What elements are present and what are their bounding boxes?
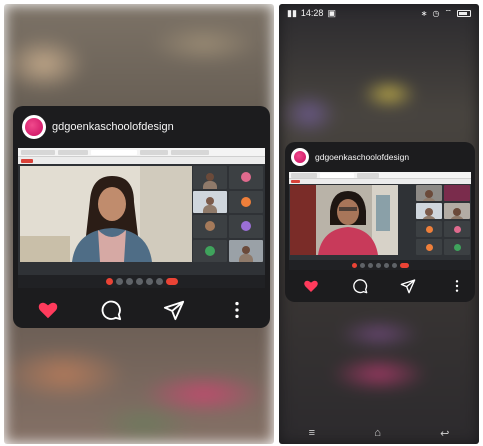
- recording-badge: [21, 159, 33, 163]
- captions-icon: [125, 278, 133, 285]
- comment-icon[interactable]: [100, 299, 122, 321]
- mic-off-icon: [351, 262, 357, 268]
- end-call-icon: [399, 262, 409, 268]
- status-time: 14:28: [300, 8, 324, 18]
- back-icon[interactable]: ↩: [440, 427, 449, 440]
- browser-tab: [58, 149, 88, 155]
- raise-hand-icon: [375, 262, 381, 268]
- present-icon: [145, 278, 153, 285]
- end-call-icon: [165, 278, 178, 285]
- participant-grid: [416, 185, 470, 255]
- heart-icon[interactable]: [37, 299, 59, 321]
- gallery-notification-icon: ▣: [327, 7, 336, 18]
- wifi-icon: ⌔: [444, 8, 452, 17]
- more-options-icon: [391, 262, 397, 268]
- active-speaker-video: [290, 185, 398, 255]
- send-icon[interactable]: [163, 299, 185, 321]
- participant-tile: [193, 190, 227, 213]
- participant-tile: [444, 185, 470, 201]
- status-bar: ▮▮ 14:28 ▣ ∗ ◷ ⌔: [279, 4, 479, 22]
- meeting-controls: [289, 260, 471, 270]
- instagram-post-card[interactable]: gdgoenkaschoolofdesign: [13, 106, 270, 328]
- participant-tile: [229, 190, 263, 213]
- heart-icon[interactable]: [303, 278, 319, 294]
- browser-address-bar: [320, 172, 354, 178]
- browser-tab-strip: [18, 148, 265, 157]
- speaker-figure: [290, 185, 398, 255]
- more-icon[interactable]: [226, 299, 248, 321]
- more-options-icon: [155, 278, 163, 285]
- participant-tile: [193, 215, 227, 238]
- participant-grid: [193, 166, 263, 262]
- menu-icon[interactable]: ≡: [309, 427, 315, 439]
- participant-tile: [416, 221, 442, 237]
- meeting-controls: [18, 275, 265, 288]
- participant-tile: [444, 239, 470, 255]
- account-name[interactable]: gdgoenkaschoolofdesign: [315, 152, 409, 162]
- camera-icon: [359, 262, 365, 268]
- avatar[interactable]: [291, 148, 309, 166]
- recording-badge: [291, 180, 300, 183]
- camera-icon: [115, 278, 123, 285]
- present-icon: [383, 262, 389, 268]
- post-action-bar: [285, 272, 475, 300]
- participant-tile: [229, 239, 263, 262]
- more-icon[interactable]: [449, 278, 465, 294]
- avatar[interactable]: [22, 115, 46, 139]
- battery-icon: [457, 9, 471, 17]
- signal-icon: ▮▮: [287, 7, 297, 18]
- left-phone-screen: gdgoenkaschoolofdesign: [4, 4, 274, 444]
- browser-tab: [357, 172, 379, 178]
- participant-tile: [416, 185, 442, 201]
- captions-icon: [367, 262, 373, 268]
- post-header: gdgoenkaschoolofdesign: [13, 106, 270, 148]
- participant-tile: [193, 166, 227, 189]
- right-phone-screen: ▮▮ 14:28 ▣ ∗ ◷ ⌔ gdgoenkaschoolofdesign: [279, 4, 479, 444]
- participant-tile: [229, 215, 263, 238]
- post-media-video-call[interactable]: [289, 172, 471, 270]
- browser-tab: [291, 172, 317, 178]
- send-icon[interactable]: [400, 278, 416, 294]
- participant-tile: [193, 239, 227, 262]
- comment-icon[interactable]: [352, 278, 368, 294]
- active-speaker-video: [20, 166, 192, 262]
- participant-tile: [444, 221, 470, 237]
- bluetooth-icon: ∗: [420, 8, 428, 18]
- speaker-figure: [20, 166, 192, 262]
- navigation-bar: ≡ ⌂ ↩: [279, 422, 479, 444]
- participant-tile: [416, 239, 442, 255]
- participant-tile: [416, 203, 442, 219]
- home-icon[interactable]: ⌂: [374, 427, 381, 439]
- browser-tab-strip: [289, 172, 471, 179]
- mic-off-icon: [105, 278, 113, 285]
- post-header: gdgoenkaschoolofdesign: [285, 142, 475, 172]
- instagram-post-card[interactable]: gdgoenkaschoolofdesign: [285, 142, 475, 302]
- browser-tab: [171, 149, 209, 155]
- participant-tile: [444, 203, 470, 219]
- meeting-area: [289, 184, 471, 260]
- raise-hand-icon: [135, 278, 143, 285]
- post-action-bar: [13, 292, 270, 328]
- participant-tile: [229, 166, 263, 189]
- alarm-icon: ◷: [432, 8, 440, 18]
- browser-tab: [140, 149, 168, 155]
- browser-tab: [21, 149, 55, 155]
- account-name[interactable]: gdgoenkaschoolofdesign: [52, 121, 174, 133]
- post-media-video-call[interactable]: [18, 148, 265, 288]
- meeting-area: [18, 164, 265, 275]
- browser-address-bar: [91, 149, 137, 155]
